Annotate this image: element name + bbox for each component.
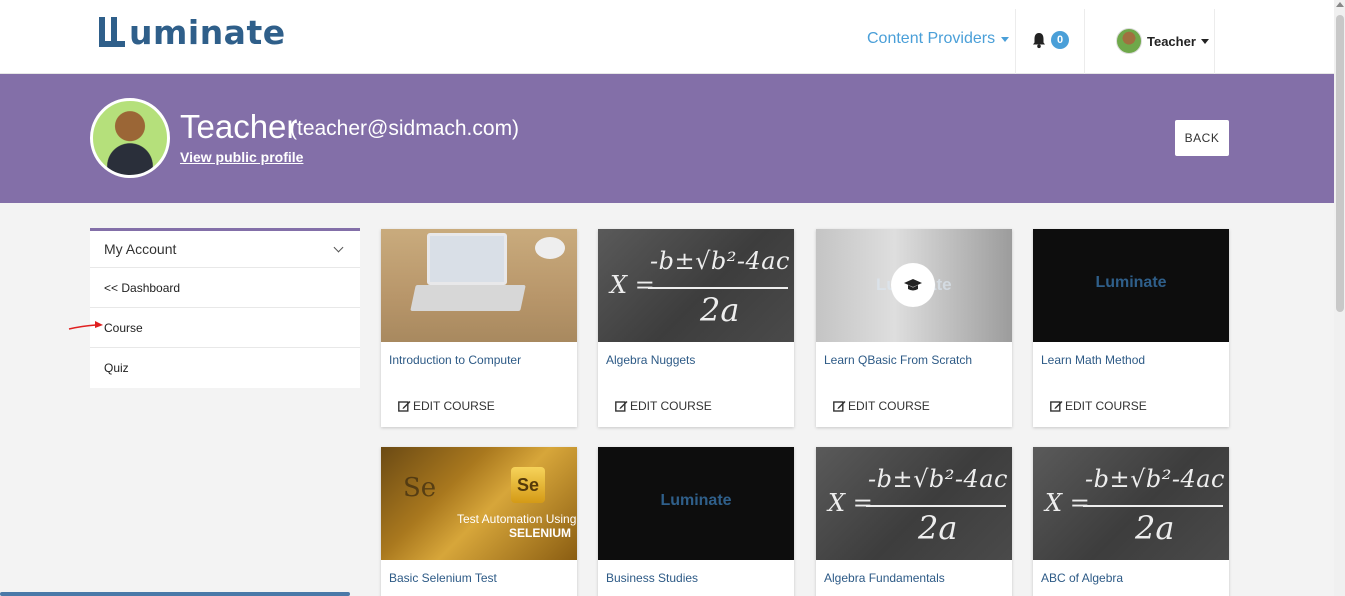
course-title[interactable]: Algebra Nuggets xyxy=(598,353,703,367)
user-menu[interactable]: Teacher xyxy=(1116,28,1209,54)
edit-icon xyxy=(398,401,411,412)
sidebar-item-quiz[interactable]: Quiz xyxy=(90,348,360,388)
edit-icon xyxy=(1050,401,1063,412)
chalk-denominator-text: 2a xyxy=(700,291,740,329)
edit-course-label: EDIT COURSE xyxy=(848,399,930,413)
course-card[interactable]: X = -b±√b²-4ac 2a Algebra Fundamentals xyxy=(816,447,1012,596)
sidebar-item-label: Course xyxy=(104,320,143,335)
nav-divider xyxy=(1214,9,1215,74)
profile-avatar xyxy=(90,98,170,178)
user-avatar xyxy=(1116,28,1142,54)
notifications-button[interactable]: 0 xyxy=(1030,31,1069,49)
course-thumbnail: X = -b±√b²-4ac 2a xyxy=(598,229,794,342)
edit-course-label: EDIT COURSE xyxy=(413,399,495,413)
luminate-thumbnail-text: Luminate xyxy=(1095,274,1167,291)
nav-divider xyxy=(1015,9,1016,74)
back-button[interactable]: BACK xyxy=(1175,120,1229,156)
user-menu-label: Teacher xyxy=(1147,33,1196,49)
sidebar-item-label: << Dashboard xyxy=(104,280,181,295)
edit-course-button[interactable]: EDIT COURSE xyxy=(833,399,930,413)
chalk-denominator-text: 2a xyxy=(918,509,958,547)
course-title[interactable]: Business Studies xyxy=(598,571,706,585)
edit-icon xyxy=(615,401,628,412)
my-account-heading: My Account xyxy=(104,241,177,257)
nav-divider xyxy=(1084,9,1085,74)
course-thumbnail xyxy=(381,229,577,342)
bell-icon xyxy=(1033,33,1045,49)
chalk-formula-text: -b±√b²-4ac xyxy=(868,465,1008,493)
top-navbar: uminate Content Providers 0 Teacher xyxy=(0,0,1334,74)
selenium-bg-text: Se xyxy=(403,473,437,503)
edit-course-button[interactable]: EDIT COURSE xyxy=(398,399,495,413)
course-title[interactable]: Learn QBasic From Scratch xyxy=(816,353,980,367)
course-card[interactable]: X = -b±√b²-4ac 2a ABC of Algebra xyxy=(1033,447,1229,596)
course-title[interactable]: Basic Selenium Test xyxy=(381,571,505,585)
content-providers-menu[interactable]: Content Providers xyxy=(867,30,1010,48)
scroll-up-icon[interactable] xyxy=(1336,2,1344,7)
course-thumbnail: X = -b±√b²-4ac 2a xyxy=(1033,447,1229,560)
course-thumbnail: X = -b±√b²-4ac 2a xyxy=(816,447,1012,560)
logo-wordmark: uminate xyxy=(129,12,286,52)
edit-course-button[interactable]: EDIT COURSE xyxy=(1050,399,1147,413)
graduation-cap-icon xyxy=(891,263,935,307)
selenium-logo-icon: Se xyxy=(511,467,545,503)
course-card[interactable]: X = -b±√b²-4ac 2a Algebra Nuggets EDIT C… xyxy=(598,229,794,427)
course-card[interactable]: Luminate Learn Math Method EDIT COURSE xyxy=(1033,229,1229,427)
red-arrow-annotation-icon xyxy=(68,321,103,330)
chalk-x-text: X = xyxy=(828,489,873,517)
content-providers-label: Content Providers xyxy=(867,30,996,47)
course-title[interactable]: ABC of Algebra xyxy=(1033,571,1131,585)
course-card[interactable]: Luminate Business Studies xyxy=(598,447,794,596)
course-thumbnail: Luminate xyxy=(1033,229,1229,342)
selenium-caption: Test Automation Using xyxy=(457,512,577,526)
chalk-formula-text: -b±√b²-4ac xyxy=(1085,465,1225,493)
bottom-progress-strip xyxy=(0,592,350,596)
course-card[interactable]: Se Se Test Automation Using SELENIUM Bas… xyxy=(381,447,577,596)
course-title[interactable]: Introduction to Computer xyxy=(381,353,529,367)
caret-down-icon xyxy=(1200,38,1209,44)
sidebar-item-label: Quiz xyxy=(104,361,129,375)
profile-banner: Teacher (teacher@sidmach.com) View publi… xyxy=(0,74,1334,203)
caret-down-icon xyxy=(1001,36,1010,42)
scrollbar-thumb[interactable] xyxy=(1336,15,1344,312)
selenium-caption-bold: SELENIUM xyxy=(509,526,572,540)
chalk-formula-text: -b±√b²-4ac xyxy=(650,247,790,275)
account-sidebar: My Account << Dashboard Course Quiz xyxy=(90,228,360,388)
edit-icon xyxy=(833,401,846,412)
my-account-toggle[interactable]: My Account xyxy=(90,231,360,268)
chalk-denominator-text: 2a xyxy=(1135,509,1175,547)
edit-course-button[interactable]: EDIT COURSE xyxy=(615,399,712,413)
course-thumbnail: Se Se Test Automation Using SELENIUM xyxy=(381,447,577,560)
logo-mark-icon xyxy=(97,15,127,49)
edit-course-label: EDIT COURSE xyxy=(1065,399,1147,413)
course-card[interactable]: Introduction to Computer EDIT COURSE xyxy=(381,229,577,427)
course-thumbnail: Luminate xyxy=(598,447,794,560)
course-thumbnail: Luminate xyxy=(816,229,1012,342)
course-title[interactable]: Learn Math Method xyxy=(1033,353,1153,367)
luminate-logo[interactable]: uminate xyxy=(97,10,286,54)
sidebar-item-course[interactable]: Course xyxy=(90,308,360,348)
course-card[interactable]: Luminate Learn QBasic From Scratch EDIT … xyxy=(816,229,1012,427)
notification-count-badge: 0 xyxy=(1051,31,1069,49)
profile-email: (teacher@sidmach.com) xyxy=(290,117,520,140)
course-title[interactable]: Algebra Fundamentals xyxy=(816,571,953,585)
view-public-profile-link[interactable]: View public profile xyxy=(180,149,303,165)
luminate-thumbnail-text: Luminate xyxy=(660,492,732,509)
edit-course-label: EDIT COURSE xyxy=(630,399,712,413)
chevron-down-icon xyxy=(333,242,344,252)
profile-name: Teacher xyxy=(180,108,298,145)
chalk-x-text: X = xyxy=(610,271,655,299)
page-scrollbar[interactable] xyxy=(1334,0,1345,596)
chalk-x-text: X = xyxy=(1045,489,1090,517)
sidebar-item-dashboard[interactable]: << Dashboard xyxy=(90,268,360,308)
